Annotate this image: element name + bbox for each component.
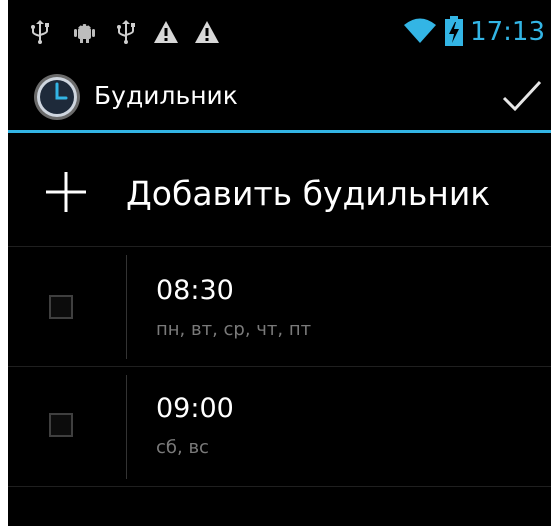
- battery-charging-icon: [445, 16, 463, 50]
- alarm-time: 08:30: [156, 275, 234, 306]
- warning-icon: [153, 20, 179, 48]
- divider: [126, 375, 127, 479]
- alarm-time: 09:00: [156, 393, 234, 424]
- add-alarm-label: Добавить будильник: [126, 174, 491, 213]
- alarm-days: пн, вт, ср, чт, пт: [156, 319, 312, 340]
- divider: [8, 486, 551, 487]
- add-alarm-button[interactable]: Добавить будильник: [8, 136, 551, 244]
- plus-icon: [46, 172, 86, 216]
- screen: 17:13 Будильник Добавить будильник 08:30…: [8, 0, 551, 526]
- alarm-days: сб, вс: [156, 437, 209, 458]
- warning-icon: [194, 20, 220, 48]
- status-bar: 17:13: [8, 0, 551, 66]
- checkmark-icon[interactable]: [501, 76, 543, 120]
- action-bar-divider: [8, 130, 551, 133]
- wifi-icon: [404, 18, 436, 48]
- alarm-enable-checkbox[interactable]: [49, 413, 73, 437]
- divider: [126, 255, 127, 359]
- android-debug-icon: [72, 20, 96, 48]
- status-time: 17:13: [470, 17, 545, 47]
- action-bar: Будильник: [8, 66, 551, 130]
- page-title: Будильник: [94, 81, 238, 110]
- usb-icon: [30, 20, 50, 48]
- alarm-item[interactable]: 08:30 пн, вт, ср, чт, пт: [8, 247, 551, 367]
- alarm-enable-checkbox[interactable]: [49, 295, 73, 319]
- usb-icon: [116, 20, 136, 48]
- alarm-item[interactable]: 09:00 сб, вс: [8, 367, 551, 487]
- clock-icon[interactable]: [32, 72, 82, 126]
